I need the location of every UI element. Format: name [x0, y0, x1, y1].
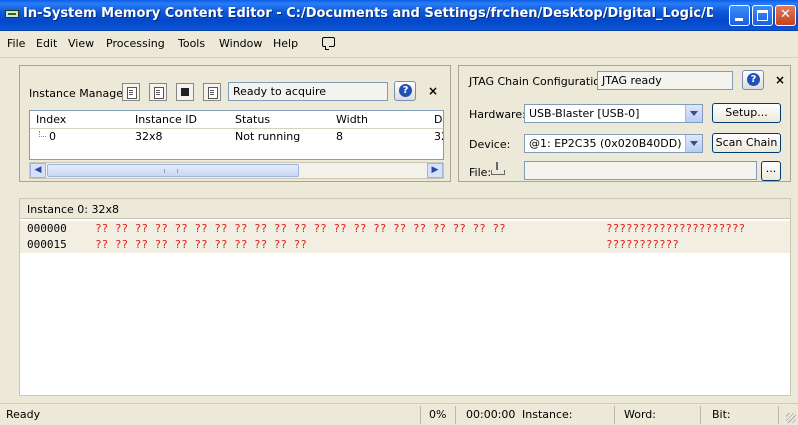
- memory-instance-label: Instance 0: 32x8: [27, 203, 119, 216]
- status-time: 00:00:00: [466, 408, 516, 421]
- menu-processing[interactable]: Processing: [106, 37, 165, 50]
- browse-button[interactable]: ...: [761, 161, 781, 181]
- hardware-value: USB-Blaster [USB-0]: [529, 107, 640, 120]
- row-status: Not running: [235, 130, 301, 143]
- status-divider: [700, 406, 701, 424]
- table-header: Index Instance ID Status Width D: [30, 111, 443, 129]
- status-bar: Ready 0% 00:00:00 Instance: Word: Bit:: [0, 403, 798, 425]
- memory-address: 000000: [27, 222, 67, 235]
- chevron-down-icon[interactable]: [685, 105, 702, 122]
- status-percent: 0%: [429, 408, 447, 421]
- tree-line: [39, 131, 46, 137]
- maximize-icon: [757, 10, 768, 21]
- menu-view[interactable]: View: [68, 37, 94, 50]
- status-bit: Bit:: [712, 408, 731, 421]
- status-ready: Ready: [6, 408, 41, 421]
- memory-bytes[interactable]: ?? ?? ?? ?? ?? ?? ?? ?? ?? ?? ?? ?? ?? ?…: [95, 222, 506, 235]
- instance-manager-label: Instance Manager:: [29, 87, 132, 100]
- window-title: In-System Memory Content Editor - C:/Doc…: [23, 6, 713, 21]
- close-button[interactable]: ✕: [775, 5, 796, 26]
- status-divider: [455, 406, 456, 424]
- instance-hscrollbar[interactable]: ◀ ▶: [29, 162, 444, 179]
- menu-tools[interactable]: Tools: [178, 37, 205, 50]
- title-bar: In-System Memory Content Editor - C:/Doc…: [0, 0, 798, 31]
- jtag-help-icon[interactable]: [742, 70, 764, 90]
- status-divider: [614, 406, 615, 424]
- file-field[interactable]: [524, 161, 757, 180]
- row-index: 0: [49, 130, 56, 143]
- jtag-panel: JTAG Chain Configuration: JTAG ready × H…: [458, 65, 791, 182]
- memory-ascii[interactable]: ???????????: [606, 238, 679, 251]
- status-divider: [420, 406, 421, 424]
- feedback-icon[interactable]: [322, 37, 335, 50]
- hardware-select[interactable]: USB-Blaster [USB-0]: [524, 104, 703, 123]
- setup-button[interactable]: Setup...: [712, 103, 781, 123]
- write-data-icon[interactable]: [203, 83, 221, 101]
- download-icon[interactable]: [489, 161, 505, 176]
- device-select[interactable]: @1: EP2C35 (0x020B40DD): [524, 134, 703, 153]
- row-instance-id: 32x8: [135, 130, 163, 143]
- memory-row[interactable]: 000000 ?? ?? ?? ?? ?? ?? ?? ?? ?? ?? ?? …: [20, 221, 790, 237]
- instance-help-icon[interactable]: [394, 81, 416, 101]
- menu-bar: File Edit View Processing Tools Window H…: [0, 31, 798, 58]
- file-label: File:: [469, 166, 492, 179]
- memory-row[interactable]: 000015 ?? ?? ?? ?? ?? ?? ?? ?? ?? ?? ?? …: [20, 237, 790, 253]
- read-data-icon[interactable]: [122, 83, 140, 101]
- minimize-button[interactable]: [729, 5, 750, 26]
- col-index[interactable]: Index: [36, 113, 66, 126]
- col-status[interactable]: Status: [235, 113, 270, 126]
- scroll-right-icon[interactable]: ▶: [427, 163, 443, 178]
- jtag-close-icon[interactable]: ×: [775, 73, 785, 87]
- continuous-read-icon[interactable]: [149, 83, 167, 101]
- col-instance-id[interactable]: Instance ID: [135, 113, 197, 126]
- instance-manager-panel: Instance Manager: Ready to acquire × Ind…: [19, 65, 451, 182]
- jtag-label: JTAG Chain Configuration:: [469, 75, 611, 88]
- maximize-button[interactable]: [752, 5, 773, 26]
- scan-chain-button[interactable]: Scan Chain: [712, 133, 781, 153]
- hardware-label: Hardware:: [469, 108, 526, 121]
- app-icon: [5, 10, 19, 18]
- col-width[interactable]: Width: [336, 113, 368, 126]
- status-word: Word:: [624, 408, 656, 421]
- memory-ascii[interactable]: ?????????????????????: [606, 222, 745, 235]
- chevron-down-icon[interactable]: [685, 135, 702, 152]
- device-value: @1: EP2C35 (0x020B40DD): [529, 137, 682, 150]
- instance-table: Index Instance ID Status Width D 0 32x8 …: [29, 110, 444, 160]
- close-icon: ✕: [780, 7, 791, 22]
- memory-header: Instance 0: 32x8: [19, 198, 791, 218]
- instance-status-field: Ready to acquire: [228, 82, 388, 101]
- row-depth: 32: [434, 130, 443, 143]
- menu-file[interactable]: File: [7, 37, 25, 50]
- minimize-icon: [735, 18, 743, 21]
- memory-editor[interactable]: 000000 ?? ?? ?? ?? ?? ?? ?? ?? ?? ?? ?? …: [19, 218, 791, 396]
- jtag-status-field: JTAG ready: [597, 71, 733, 90]
- resize-grip-icon[interactable]: [786, 413, 796, 423]
- scroll-thumb[interactable]: [47, 164, 299, 177]
- memory-bytes[interactable]: ?? ?? ?? ?? ?? ?? ?? ?? ?? ?? ??: [95, 238, 307, 251]
- instance-close-icon[interactable]: ×: [428, 84, 438, 98]
- scroll-grip-icon: [164, 169, 178, 173]
- menu-help[interactable]: Help: [273, 37, 298, 50]
- status-divider: [778, 406, 779, 424]
- memory-address: 000015: [27, 238, 67, 251]
- status-instance: Instance:: [522, 408, 573, 421]
- row-width: 8: [336, 130, 343, 143]
- device-label: Device:: [469, 138, 511, 151]
- col-depth[interactable]: D: [434, 113, 442, 126]
- menu-window[interactable]: Window: [219, 37, 262, 50]
- stop-icon[interactable]: [176, 83, 194, 101]
- menu-edit[interactable]: Edit: [36, 37, 57, 50]
- scroll-left-icon[interactable]: ◀: [30, 163, 46, 178]
